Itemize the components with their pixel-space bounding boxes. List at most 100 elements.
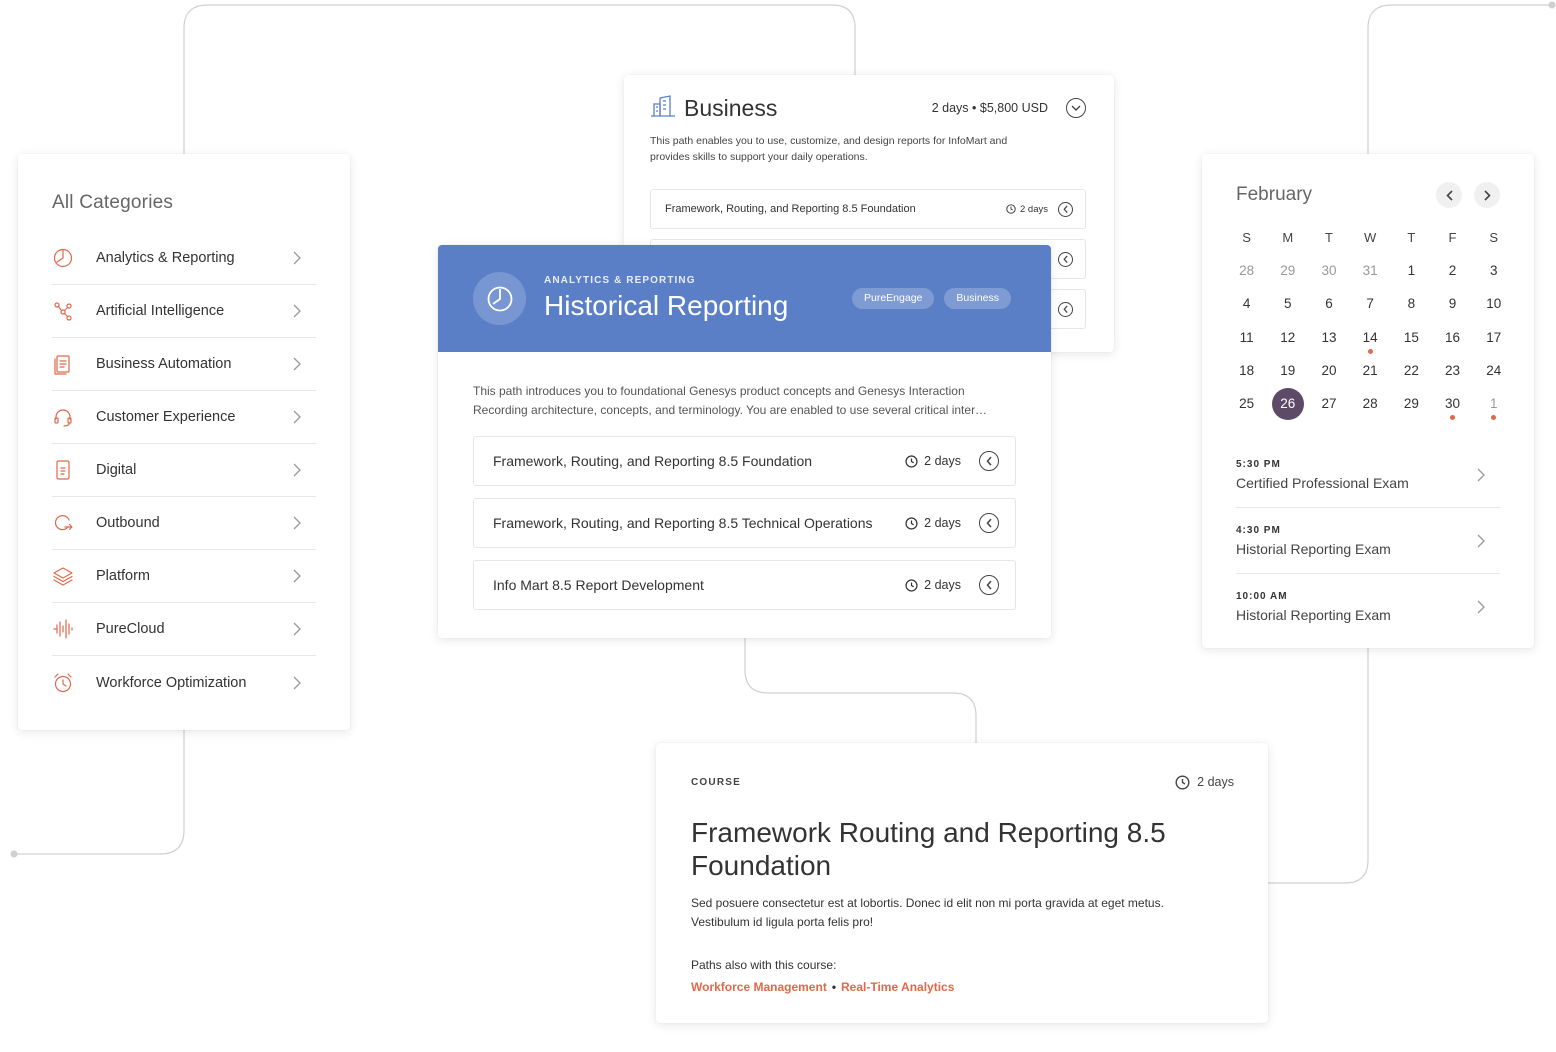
paths-label: Paths also with this course:	[691, 958, 837, 972]
business-price: $5,800 USD	[979, 101, 1048, 115]
expand-course-button[interactable]	[979, 513, 999, 533]
chevron-right-icon	[290, 675, 304, 691]
category-label: Business Automation	[96, 356, 232, 372]
category-label: PureCloud	[96, 621, 165, 637]
day-number: 29	[1403, 396, 1419, 412]
expand-business-button[interactable]	[1066, 98, 1086, 118]
day-number: 1	[1489, 396, 1498, 412]
day-number: 13	[1321, 329, 1337, 345]
category-item[interactable]: Customer Experience	[52, 391, 316, 444]
selected-day[interactable]: 26	[1267, 387, 1308, 421]
historical-header: ANALYTICS & REPORTING Historical Reporti…	[438, 245, 1051, 352]
next-month-button[interactable]	[1474, 182, 1500, 208]
calendar-day[interactable]: 7	[1350, 287, 1391, 320]
calendar-day[interactable]: 17	[1473, 321, 1514, 354]
prev-month-button[interactable]	[1436, 182, 1462, 208]
calendar-day[interactable]: 29	[1267, 254, 1308, 287]
day-number: 24	[1486, 362, 1502, 378]
historical-title: Historical Reporting	[544, 290, 789, 321]
chevron-left-icon	[1063, 205, 1068, 213]
tag-badge[interactable]: Business	[944, 288, 1011, 309]
category-item[interactable]: Outbound	[52, 497, 316, 550]
category-item[interactable]: Workforce Optimization	[52, 656, 316, 709]
event-item[interactable]: 10:00 AM Historial Reporting Exam	[1236, 574, 1500, 640]
course-detail-card: COURSE 2 days Framework Routing and Repo…	[656, 743, 1268, 1023]
calendar-day[interactable]: 8	[1391, 287, 1432, 320]
expand-course-button[interactable]	[979, 451, 999, 471]
category-item[interactable]: Artificial Intelligence	[52, 285, 316, 338]
chevron-right-icon	[1483, 189, 1491, 201]
day-number: 25	[1239, 396, 1255, 412]
calendar-day[interactable]: 9	[1432, 287, 1473, 320]
calendar-day[interactable]: 20	[1308, 354, 1349, 387]
chevron-right-icon	[290, 250, 304, 266]
expand-course-button[interactable]	[1058, 301, 1073, 317]
calendar-day[interactable]: 23	[1432, 354, 1473, 387]
category-label: Customer Experience	[96, 409, 236, 425]
calendar-day[interactable]: 13	[1308, 321, 1349, 354]
calendar-day[interactable]: 1	[1473, 387, 1514, 421]
calendar-day[interactable]: 25	[1226, 387, 1267, 420]
expand-course-button[interactable]	[1058, 201, 1073, 217]
event-item[interactable]: 5:30 PM Certified Professional Exam	[1236, 442, 1500, 509]
day-number: 23	[1445, 362, 1461, 378]
category-item[interactable]: Platform	[52, 550, 316, 603]
tag-badge[interactable]: PureEngage	[852, 288, 935, 309]
calendar-day[interactable]: 1	[1391, 254, 1432, 287]
calendar-day[interactable]: 16	[1432, 321, 1473, 354]
calendar-day[interactable]: 28	[1350, 387, 1391, 420]
day-number: 18	[1239, 362, 1255, 378]
calendar-month: February	[1236, 184, 1313, 205]
calendar-day[interactable]: 29	[1391, 387, 1432, 420]
path-link-workforce-management[interactable]: Workforce Management	[691, 980, 827, 994]
category-item[interactable]: Business Automation	[52, 338, 316, 391]
clock-icon	[1175, 774, 1190, 790]
calendar-day[interactable]: 4	[1226, 287, 1267, 320]
calendar-day[interactable]: 28	[1226, 254, 1267, 287]
calendar-day[interactable]: 27	[1308, 387, 1349, 420]
calendar-day[interactable]: 18	[1226, 354, 1267, 387]
business-course-row[interactable]: Framework, Routing, and Reporting 8.5 Fo…	[650, 189, 1086, 229]
category-label: Digital	[96, 462, 137, 478]
expand-course-button[interactable]	[979, 575, 999, 595]
day-number: 21	[1362, 362, 1378, 378]
chevron-right-icon	[290, 621, 304, 637]
day-number: 7	[1366, 296, 1374, 312]
historical-course-row[interactable]: Framework, Routing, and Reporting 8.5 Te…	[473, 498, 1016, 548]
calendar-day[interactable]: 2	[1432, 254, 1473, 287]
calendar-day[interactable]: 14	[1350, 321, 1391, 354]
course-label: Framework, Routing, and Reporting 8.5 Te…	[493, 515, 873, 531]
day-number: 12	[1280, 329, 1296, 345]
chevron-down-icon	[1071, 105, 1081, 111]
calendar-day[interactable]: 31	[1350, 254, 1391, 287]
calendar-day[interactable]: 30	[1432, 387, 1473, 421]
calendar-day[interactable]: 24	[1473, 354, 1514, 387]
calendar-day[interactable]: 3	[1473, 254, 1514, 287]
calendar-day[interactable]: 12	[1267, 321, 1308, 354]
business-course-label: Framework, Routing, and Reporting 8.5 Fo…	[665, 203, 916, 215]
calendar-day[interactable]: 21	[1350, 354, 1391, 387]
business-course-duration: 2 days	[1006, 204, 1048, 215]
historical-course-row[interactable]: Framework, Routing, and Reporting 8.5 Fo…	[473, 436, 1016, 486]
calendar-day[interactable]: 22	[1391, 354, 1432, 387]
event-name: Certified Professional Exam	[1236, 474, 1409, 491]
category-item[interactable]: PureCloud	[52, 603, 316, 656]
event-item[interactable]: 4:30 PM Historial Reporting Exam	[1236, 508, 1500, 575]
pie-chart-icon	[473, 272, 526, 325]
calendar-day[interactable]: 6	[1308, 287, 1349, 320]
calendar-day[interactable]: 11	[1226, 321, 1267, 354]
expand-course-button[interactable]	[1058, 251, 1073, 267]
calendar-day[interactable]: 30	[1308, 254, 1349, 287]
calendar-day[interactable]: 5	[1267, 287, 1308, 320]
calendar-day[interactable]: 10	[1473, 287, 1514, 320]
category-item[interactable]: Analytics & Reporting	[52, 232, 316, 285]
calendar-day[interactable]: 19	[1267, 354, 1308, 387]
event-time: 10:00 AM	[1236, 591, 1288, 603]
day-number: 3	[1489, 263, 1498, 278]
category-item[interactable]: Digital	[52, 444, 316, 497]
path-link-real-time-analytics[interactable]: Real-Time Analytics	[841, 980, 954, 994]
historical-course-row[interactable]: Info Mart 8.5 Report Development 2 days	[473, 560, 1016, 610]
category-label: Workforce Optimization	[96, 674, 247, 691]
calendar-day[interactable]: 15	[1391, 321, 1432, 354]
day-number: 20	[1321, 362, 1337, 378]
